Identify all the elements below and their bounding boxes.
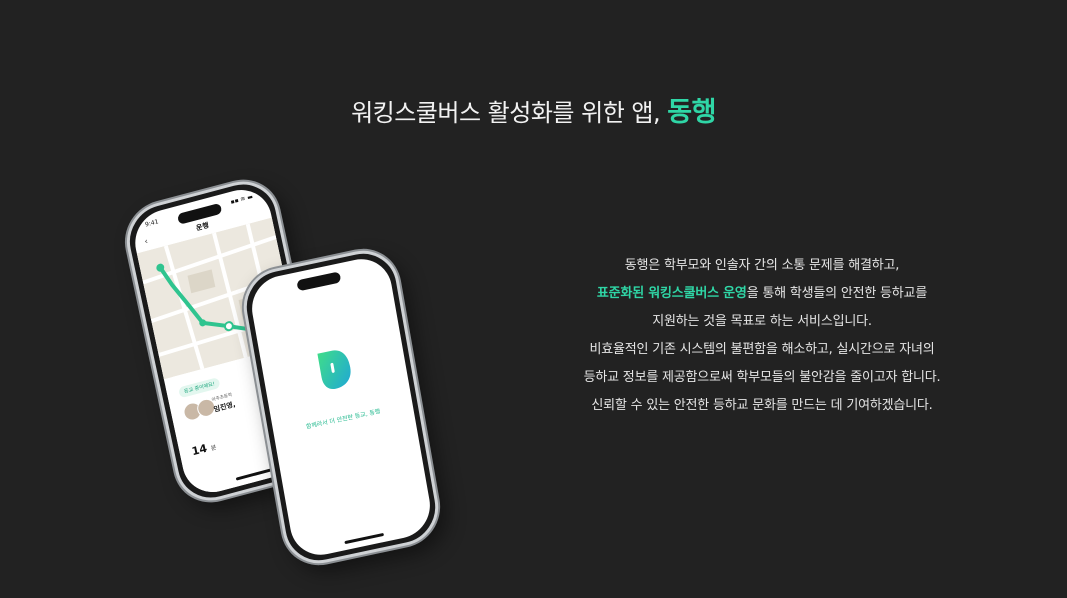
eta-unit: 분 <box>210 444 218 453</box>
current-position-marker <box>223 321 234 332</box>
splash-tagline: 함께라서 더 안전한 등교, 동행 <box>305 407 381 431</box>
dynamic-island <box>296 271 342 292</box>
phone-mockup-splash: 함께라서 더 안전한 등교, 동행 <box>237 243 445 571</box>
service-description: 동행은 학부모와 인솔자 간의 소통 문제를 해결하고, 표준화된 워킹스쿨버스… <box>556 252 968 420</box>
eta-count: 14 분 <box>190 439 218 459</box>
page-headline: 워킹스쿨버스 활성화를 위한 앱, 동행 <box>0 90 1067 129</box>
eta-value: 14 <box>190 441 209 459</box>
status-time: 9:41 <box>144 218 160 229</box>
headline-prefix: 워킹스쿨버스 활성화를 위한 앱, <box>351 99 668 127</box>
status-icons: ▪▪ ≋ ▬ <box>229 193 254 206</box>
dongheng-logo-icon <box>317 350 351 390</box>
status-badge: 등교 중이에요! <box>178 377 221 399</box>
avatar-group <box>181 396 217 423</box>
description-highlight: 표준화된 워킹스쿨버스 운영 <box>596 286 747 301</box>
description-line: 비효율적인 기존 시스템의 불편함을 해소하고, 실시간으로 자녀의 <box>589 342 935 357</box>
description-line: 등하교 정보를 제공함으로써 학부모들의 불안감을 줄이고자 합니다. <box>583 370 941 385</box>
description-line: 신뢰할 수 있는 안전한 등하교 문화를 만드는 데 기여하겠습니다. <box>591 398 933 413</box>
headline-accent: 동행 <box>667 97 716 128</box>
description-line: 표준화된 워킹스쿨버스 운영을 통해 학생들의 안전한 등하교를 <box>556 280 968 308</box>
home-indicator <box>344 532 385 545</box>
description-line: 동행은 학부모와 인솔자 간의 소통 문제를 해결하고, <box>624 258 900 273</box>
description-line: 지원하는 것을 목표로 하는 서비스입니다. <box>652 314 872 329</box>
home-indicator <box>235 467 276 481</box>
splash-screen: 함께라서 더 안전한 등교, 동행 <box>247 253 435 561</box>
description-line-rest: 을 통해 학생들의 안전한 등하교를 <box>746 286 928 301</box>
